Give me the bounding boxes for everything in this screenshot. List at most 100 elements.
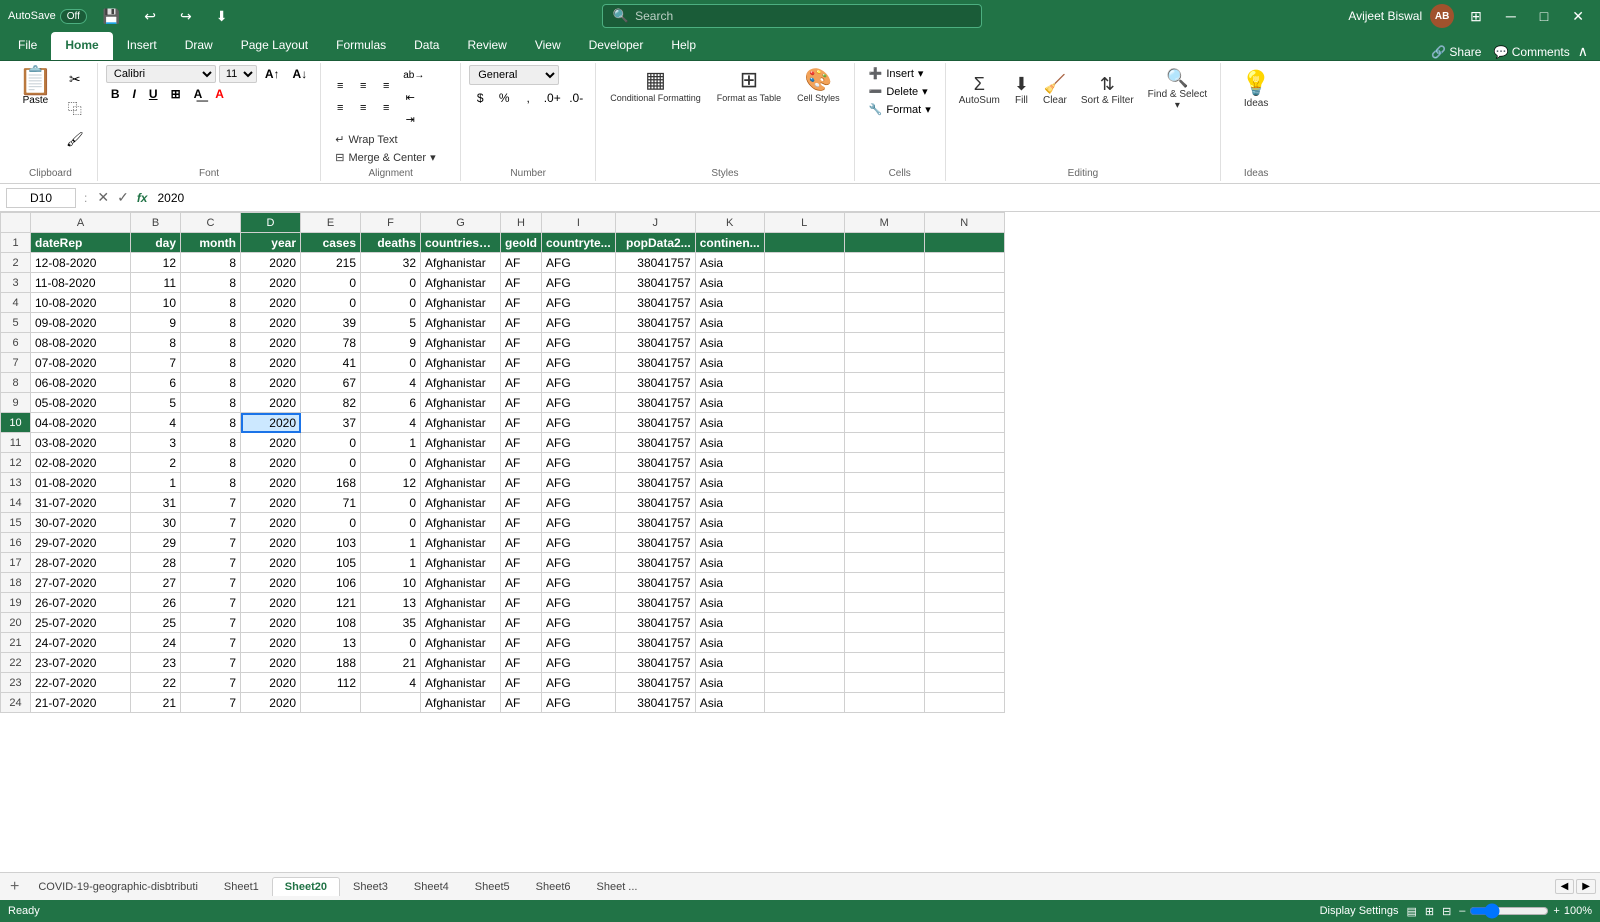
cell-k2[interactable]: Asia	[695, 253, 764, 273]
cell-styles-button[interactable]: 🎨 Cell Styles	[791, 65, 846, 105]
cell-k11[interactable]: Asia	[695, 433, 764, 453]
cell-n11[interactable]	[924, 433, 1004, 453]
tab-data[interactable]: Data	[400, 32, 453, 60]
cell-f17[interactable]: 1	[361, 553, 421, 573]
cell-l12[interactable]	[764, 453, 844, 473]
cell-b2[interactable]: 12	[131, 253, 181, 273]
cell-i1[interactable]: countryte...	[542, 233, 616, 253]
cell-g9[interactable]: Afghanistar	[421, 393, 501, 413]
cell-j12[interactable]: 38041757	[615, 453, 695, 473]
format-cells-button[interactable]: 🔧 Format ▾	[863, 101, 937, 118]
cell-l20[interactable]	[764, 613, 844, 633]
cell-m9[interactable]	[844, 393, 924, 413]
cell-c20[interactable]: 7	[181, 613, 241, 633]
close-button[interactable]: ✕	[1564, 4, 1592, 29]
cell-a16[interactable]: 29-07-2020	[31, 533, 131, 553]
row-num-15[interactable]: 15	[1, 513, 31, 533]
cell-j5[interactable]: 38041757	[615, 313, 695, 333]
cell-n16[interactable]	[924, 533, 1004, 553]
cell-h14[interactable]: AF	[501, 493, 542, 513]
cell-l2[interactable]	[764, 253, 844, 273]
fill-color-button[interactable]: A͟	[189, 85, 208, 103]
cell-n14[interactable]	[924, 493, 1004, 513]
cell-c19[interactable]: 7	[181, 593, 241, 613]
autosum-button[interactable]: Σ AutoSum	[954, 71, 1005, 109]
cell-g12[interactable]: Afghanistar	[421, 453, 501, 473]
row-num-19[interactable]: 19	[1, 593, 31, 613]
cell-n10[interactable]	[924, 413, 1004, 433]
cell-m12[interactable]	[844, 453, 924, 473]
cell-h8[interactable]: AF	[501, 373, 542, 393]
ideas-button[interactable]: 💡 Ideas	[1233, 65, 1279, 113]
cell-a3[interactable]: 11-08-2020	[31, 273, 131, 293]
row-num-24[interactable]: 24	[1, 693, 31, 713]
insert-cells-button[interactable]: ➕ Insert ▾	[863, 65, 937, 82]
cell-d13[interactable]: 2020	[241, 473, 301, 493]
tab-help[interactable]: Help	[657, 32, 710, 60]
cell-f8[interactable]: 4	[361, 373, 421, 393]
collapse-ribbon-button[interactable]: ∧	[1578, 43, 1588, 60]
cell-j4[interactable]: 38041757	[615, 293, 695, 313]
cell-m14[interactable]	[844, 493, 924, 513]
cell-e9[interactable]: 82	[301, 393, 361, 413]
cell-h7[interactable]: AF	[501, 353, 542, 373]
cell-l8[interactable]	[764, 373, 844, 393]
cell-i13[interactable]: AFG	[542, 473, 616, 493]
cell-g6[interactable]: Afghanistar	[421, 333, 501, 353]
cell-n1[interactable]	[924, 233, 1004, 253]
cell-e7[interactable]: 41	[301, 353, 361, 373]
cell-j7[interactable]: 38041757	[615, 353, 695, 373]
cell-f13[interactable]: 12	[361, 473, 421, 493]
undo-button[interactable]: ↩	[136, 4, 164, 29]
decrease-decimal-button[interactable]: .0-	[565, 87, 587, 109]
cell-m11[interactable]	[844, 433, 924, 453]
cell-j9[interactable]: 38041757	[615, 393, 695, 413]
cell-h1[interactable]: geoId	[501, 233, 542, 253]
cell-a15[interactable]: 30-07-2020	[31, 513, 131, 533]
row-num-17[interactable]: 17	[1, 553, 31, 573]
cell-e17[interactable]: 105	[301, 553, 361, 573]
cell-e24[interactable]	[301, 693, 361, 713]
font-grow-button[interactable]: A↑	[260, 65, 285, 83]
avatar[interactable]: AB	[1430, 4, 1454, 28]
align-middle-left-button[interactable]: ≡	[329, 98, 351, 118]
cell-l16[interactable]	[764, 533, 844, 553]
cell-k16[interactable]: Asia	[695, 533, 764, 553]
cell-k4[interactable]: Asia	[695, 293, 764, 313]
cell-c15[interactable]: 7	[181, 513, 241, 533]
cancel-formula-icon[interactable]: ✕	[95, 187, 111, 208]
cell-a12[interactable]: 02-08-2020	[31, 453, 131, 473]
cell-h21[interactable]: AF	[501, 633, 542, 653]
cell-k15[interactable]: Asia	[695, 513, 764, 533]
cell-k23[interactable]: Asia	[695, 673, 764, 693]
cell-h15[interactable]: AF	[501, 513, 542, 533]
cell-c16[interactable]: 7	[181, 533, 241, 553]
cell-a10[interactable]: 04-08-2020	[31, 413, 131, 433]
cell-d14[interactable]: 2020	[241, 493, 301, 513]
cell-j18[interactable]: 38041757	[615, 573, 695, 593]
cell-a19[interactable]: 26-07-2020	[31, 593, 131, 613]
row-num-10[interactable]: 10	[1, 413, 31, 433]
cell-e6[interactable]: 78	[301, 333, 361, 353]
row-num-20[interactable]: 20	[1, 613, 31, 633]
cell-f20[interactable]: 35	[361, 613, 421, 633]
cell-f14[interactable]: 0	[361, 493, 421, 513]
copy-button[interactable]: ⿻	[61, 95, 89, 123]
merge-dropdown-icon[interactable]: ▾	[430, 151, 436, 164]
cell-d23[interactable]: 2020	[241, 673, 301, 693]
sheet-tab-covid[interactable]: COVID-19-geographic-disbtributi	[25, 877, 211, 896]
cell-e11[interactable]: 0	[301, 433, 361, 453]
tab-view[interactable]: View	[521, 32, 575, 60]
cell-m15[interactable]	[844, 513, 924, 533]
font-color-button[interactable]: A	[210, 85, 229, 103]
cell-c11[interactable]: 8	[181, 433, 241, 453]
conditional-formatting-button[interactable]: ▦ Conditional Formatting	[604, 65, 707, 105]
cell-a6[interactable]: 08-08-2020	[31, 333, 131, 353]
indent-increase-button[interactable]: ⇥	[399, 109, 421, 129]
insert-function-icon[interactable]: fx	[135, 189, 150, 207]
col-header-l[interactable]: L	[764, 213, 844, 233]
cell-f3[interactable]: 0	[361, 273, 421, 293]
orientation-button[interactable]: ab→	[399, 65, 428, 85]
cell-n20[interactable]	[924, 613, 1004, 633]
insert-dropdown-icon[interactable]: ▾	[918, 67, 924, 80]
